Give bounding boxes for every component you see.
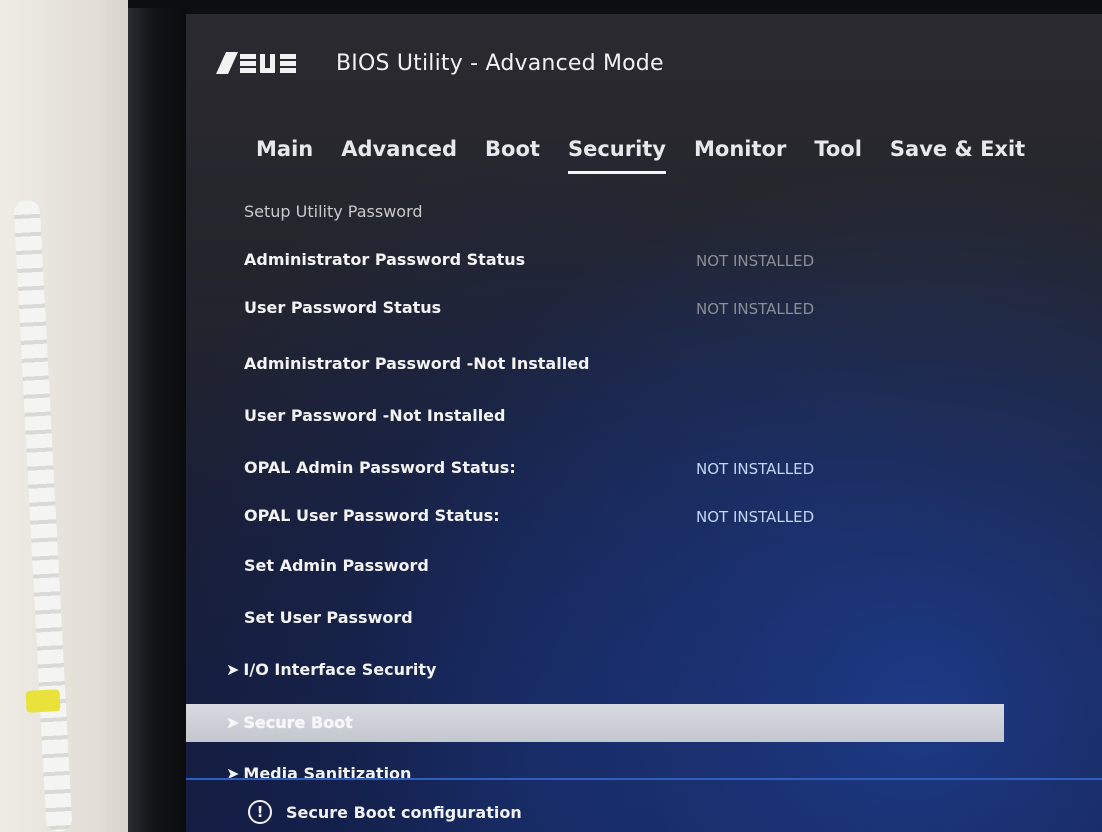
tab-save-exit[interactable]: Save & Exit xyxy=(876,132,1039,176)
tab-bar: Main Advanced Boot Security Monitor Tool… xyxy=(242,132,1039,176)
submenu-arrow-icon: ➤ xyxy=(226,764,240,783)
admin-password-not-installed-label: Administrator Password -Not Installed xyxy=(244,354,590,373)
tab-monitor[interactable]: Monitor xyxy=(680,132,800,176)
io-interface-security-row[interactable]: ➤ I/O Interface Security xyxy=(226,660,1044,690)
bios-screen: BIOS Utility - Advanced Mode Main Advanc… xyxy=(186,14,1102,832)
set-user-password-row[interactable]: Set User Password xyxy=(244,608,1044,638)
io-interface-security-label: I/O Interface Security xyxy=(243,660,437,679)
tab-main[interactable]: Main xyxy=(242,132,327,176)
opal-admin-password-status-label: OPAL Admin Password Status: xyxy=(244,458,516,477)
bios-header: BIOS Utility - Advanced Mode xyxy=(216,50,664,76)
set-admin-password-row[interactable]: Set Admin Password xyxy=(244,556,1044,586)
user-password-not-installed-row[interactable]: User Password -Not Installed xyxy=(244,406,1044,436)
admin-password-not-installed-row[interactable]: Administrator Password -Not Installed xyxy=(244,354,1044,384)
opal-user-password-status-label: OPAL User Password Status: xyxy=(244,506,500,525)
opal-admin-password-status-row: OPAL Admin Password Status: NOT INSTALLE… xyxy=(244,458,1044,488)
help-divider xyxy=(186,778,1102,780)
section-title: Setup Utility Password xyxy=(244,202,423,221)
admin-password-status-value: NOT INSTALLED xyxy=(696,252,815,270)
user-password-not-installed-label: User Password -Not Installed xyxy=(244,406,506,425)
submenu-arrow-icon: ➤ xyxy=(226,660,240,679)
info-icon: ! xyxy=(248,800,272,824)
tab-security[interactable]: Security xyxy=(554,132,680,176)
background-cable-band xyxy=(25,689,61,713)
media-sanitization-label: Media Sanitization xyxy=(243,764,412,783)
help-text: Secure Boot configuration xyxy=(286,802,522,822)
submenu-arrow-icon: ➤ xyxy=(226,713,240,732)
monitor-bezel-top xyxy=(128,0,1102,14)
opal-user-password-status-value: NOT INSTALLED xyxy=(696,508,815,526)
secure-boot-row[interactable]: ➤ Secure Boot xyxy=(186,704,1004,742)
tab-tool[interactable]: Tool xyxy=(800,132,876,176)
app-title: BIOS Utility - Advanced Mode xyxy=(336,50,664,76)
tab-boot[interactable]: Boot xyxy=(471,132,554,176)
set-user-password-label: Set User Password xyxy=(244,608,413,627)
user-password-status-row: User Password Status NOT INSTALLED xyxy=(244,298,1044,328)
asus-logo xyxy=(216,50,316,76)
asus-logo-mark xyxy=(216,52,296,74)
secure-boot-label: Secure Boot xyxy=(243,713,353,732)
admin-password-status-row: Administrator Password Status NOT INSTAL… xyxy=(244,250,1044,280)
tab-advanced[interactable]: Advanced xyxy=(327,132,471,176)
admin-password-status-label: Administrator Password Status xyxy=(244,250,526,269)
user-password-status-value: NOT INSTALLED xyxy=(696,300,815,318)
opal-user-password-status-row: OPAL User Password Status: NOT INSTALLED xyxy=(244,506,1044,536)
help-bar: ! Secure Boot configuration xyxy=(248,800,522,824)
opal-admin-password-status-value: NOT INSTALLED xyxy=(696,460,815,478)
monitor-bezel-left xyxy=(128,8,188,832)
set-admin-password-label: Set Admin Password xyxy=(244,556,429,575)
user-password-status-label: User Password Status xyxy=(244,298,442,317)
